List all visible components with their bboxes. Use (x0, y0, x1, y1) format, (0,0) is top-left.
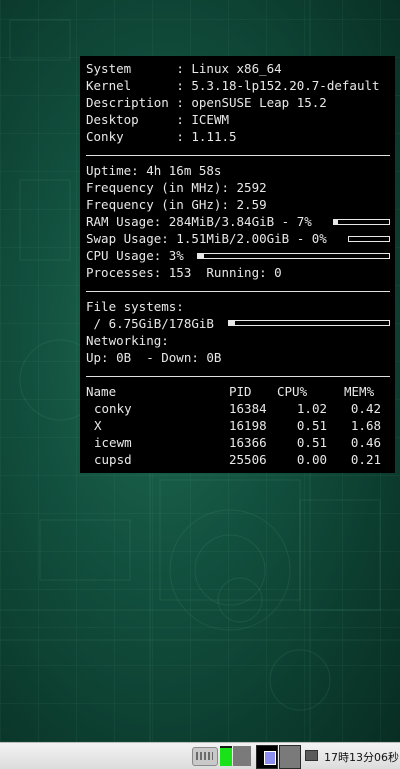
process-name: icewm (94, 435, 132, 450)
separator (86, 291, 390, 292)
process-mem: 0.46 (350, 435, 381, 450)
desktop-line: Desktop : ICEWM (86, 112, 230, 127)
header-cpu: CPU% (277, 384, 308, 399)
process-mem: 1.68 (350, 418, 381, 433)
conky-panel: System : Linux x86_64 Kernel : 5.3.18-lp… (80, 56, 395, 473)
process-name: X (94, 418, 102, 433)
cpu-monitor-fill (220, 748, 232, 766)
description-line: Description : openSUSE Leap 15.2 (86, 95, 327, 110)
cpu-usage-line: CPU Usage: 3% (86, 248, 184, 263)
process-pid: 16198 (229, 418, 267, 433)
process-pid: 25506 (229, 452, 267, 467)
workspace-window-thumbnail (264, 751, 276, 765)
process-mem: 0.42 (350, 401, 381, 416)
ram-usage-fill (334, 220, 338, 224)
process-cpu: 0.51 (296, 435, 327, 450)
mail-icon[interactable] (305, 750, 318, 761)
cpu-monitor-icon[interactable] (220, 746, 232, 766)
header-name: Name (86, 384, 117, 399)
filesystems-label: File systems: (86, 299, 184, 314)
root-fs-fill (229, 321, 236, 325)
process-cpu: 0.00 (296, 452, 327, 467)
kernel-line: Kernel : 5.3.18-lp152.20.7-default (86, 78, 380, 93)
root-fs-bar (228, 320, 390, 326)
process-mem: 0.21 (350, 452, 381, 467)
conky-version-line: Conky : 1.11.5 (86, 129, 237, 144)
taskbar: 17時13分06秒 (0, 742, 400, 769)
swap-usage-line: Swap Usage: 1.51MiB/2.00GiB - 0% (86, 231, 327, 246)
cpu-usage-bar (197, 253, 390, 259)
process-pid: 16384 (229, 401, 267, 416)
processes-line: Processes: 153 Running: 0 (86, 265, 282, 280)
process-cpu: 1.02 (296, 401, 327, 416)
separator (86, 376, 390, 377)
ram-usage-line: RAM Usage: 284MiB/3.84GiB - 7% (86, 214, 312, 229)
network-monitor-icon[interactable] (233, 746, 251, 766)
clock[interactable]: 17時13分06秒 (324, 749, 399, 765)
uptime-line: Uptime: 4h 16m 58s (86, 163, 222, 178)
ram-usage-bar (333, 219, 390, 225)
header-mem: MEM% (344, 384, 375, 399)
separator (86, 155, 390, 156)
swap-usage-bar (348, 236, 390, 242)
process-name: cupsd (94, 452, 132, 467)
process-pid: 16366 (229, 435, 267, 450)
system-line: System : Linux x86_64 (86, 61, 282, 76)
cpu-usage-fill (198, 254, 204, 258)
process-name: conky (94, 401, 132, 416)
network-traffic-line: Up: 0B - Down: 0B (86, 350, 222, 365)
frequency-ghz-line: Frequency (in GHz): 2.59 (86, 197, 267, 212)
workspace-2-button[interactable] (279, 745, 301, 769)
frequency-mhz-line: Frequency (in MHz): 2592 (86, 180, 267, 195)
networking-label: Networking: (86, 333, 169, 348)
keyboard-icon[interactable] (192, 747, 218, 766)
workspace-1-button[interactable] (256, 745, 278, 769)
process-cpu: 0.51 (296, 418, 327, 433)
root-fs-line: / 6.75GiB/178GiB (86, 316, 214, 331)
header-pid: PID (229, 384, 252, 399)
